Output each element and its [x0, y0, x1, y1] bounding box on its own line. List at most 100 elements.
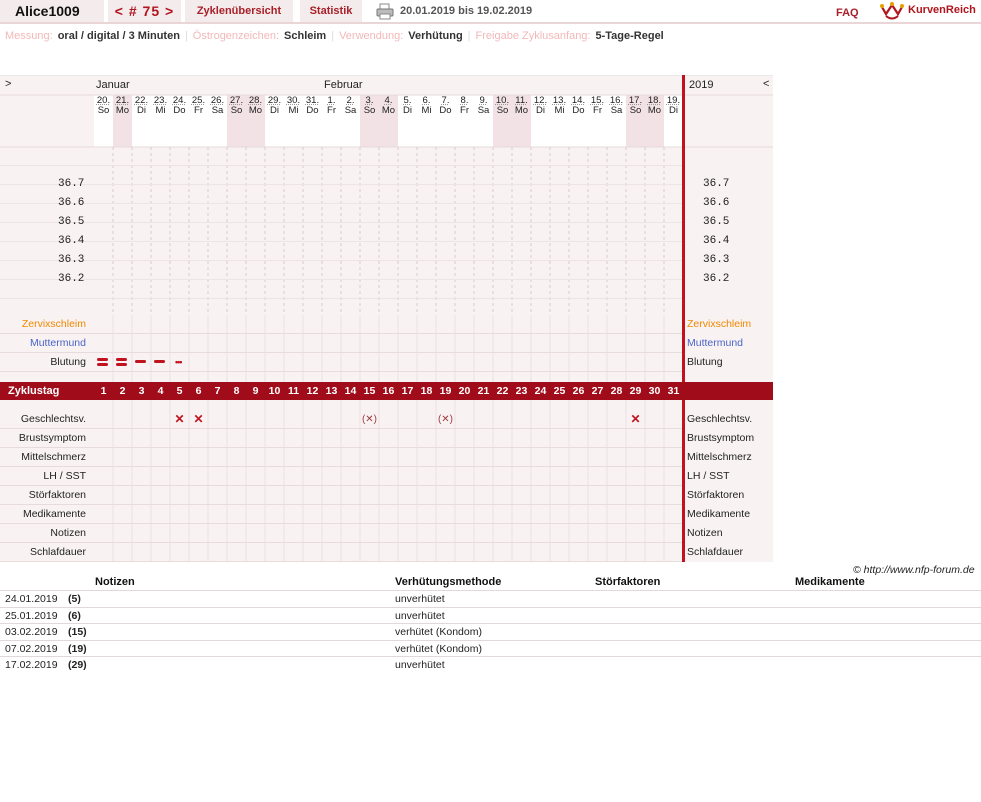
day-header: 23. Mi — [151, 95, 170, 147]
note-cycle-day: (5) — [68, 593, 81, 605]
cycle-day-number: 23 — [515, 385, 528, 397]
note-date[interactable]: 25.01.2019 — [5, 610, 58, 622]
notes-row: 24.01.2019 (5) unverhütet — [0, 590, 981, 607]
day-weekday: So — [230, 105, 243, 116]
row-label-right[interactable]: Blutung — [687, 353, 723, 372]
day-header: 11. Mo — [512, 95, 531, 147]
day-weekday: Sa — [610, 105, 623, 116]
day-header: 5. Di — [398, 95, 417, 147]
row-label-left[interactable]: Blutung — [0, 353, 86, 372]
cycle-day-number: 4 — [157, 385, 164, 397]
tab-cycle-overview[interactable]: Zyklenübersicht — [185, 0, 293, 22]
row-label-right[interactable]: Medikamente — [687, 505, 750, 524]
row-label-left[interactable]: Mittelschmerz — [0, 448, 86, 467]
day-weekday: Sa — [477, 105, 490, 116]
info-separator: | — [184, 30, 188, 42]
note-date[interactable]: 07.02.2019 — [5, 643, 58, 655]
day-header: 14. Do — [569, 95, 588, 147]
observation-row — [0, 505, 682, 524]
note-date[interactable]: 17.02.2019 — [5, 659, 58, 671]
row-label-left[interactable]: Geschlechtsv. — [0, 410, 86, 429]
day-header: 12. Di — [531, 95, 550, 147]
cycle-day-number: 2 — [119, 385, 126, 397]
temp-label-left: 36.4 — [58, 235, 85, 247]
cycle-navigator[interactable]: < # 75 > — [108, 0, 181, 22]
notes-row: 17.02.2019 (29) unverhütet — [0, 656, 981, 673]
day-weekday: Di — [536, 105, 545, 116]
cycle-day-number: 11 — [287, 385, 300, 397]
month-label-1: Januar — [96, 79, 130, 91]
note-date[interactable]: 03.02.2019 — [5, 626, 58, 638]
printer-icon[interactable] — [376, 3, 394, 20]
info-separator: | — [467, 30, 471, 42]
day-header: 22. Di — [132, 95, 151, 147]
copyright: © http://www.nfp-forum.de — [853, 564, 975, 576]
row-label-right[interactable]: Störfaktoren — [687, 486, 744, 505]
cycle-day-number: 6 — [195, 385, 202, 397]
day-header: 28. Mo — [246, 95, 265, 147]
cycle-chart: > Januar Februar 2019 < 20. So 21. Mo 22. Di 2… — [0, 75, 773, 563]
row-label-right[interactable]: Brustsymptom — [687, 429, 754, 448]
day-header: 30. Mi — [284, 95, 303, 147]
row-label-left[interactable]: Muttermund — [0, 334, 86, 353]
faq-link[interactable]: FAQ — [836, 2, 859, 24]
info-value: 5-Tage-Regel — [595, 30, 664, 42]
info-separator: | — [331, 30, 335, 42]
chart-nav-left[interactable]: > — [5, 78, 11, 90]
row-label-left[interactable]: Zervixschleim — [0, 315, 86, 334]
note-cycle-day: (19) — [68, 642, 87, 655]
row-label-right[interactable]: LH / SST — [687, 467, 730, 486]
temp-label-right: 36.7 — [703, 178, 730, 190]
tab-statistics[interactable]: Statistik — [300, 0, 362, 22]
cycle-day-number: 27 — [591, 385, 604, 397]
info-label: Freigabe Zyklusanfang: — [475, 30, 591, 42]
note-date[interactable]: 24.01.2019 — [5, 593, 58, 605]
row-label-left[interactable]: Brustsymptom — [0, 429, 86, 448]
cycle-day-number: 10 — [268, 385, 281, 397]
cycle-day-number: 15 — [363, 385, 376, 397]
note-cycle-day: (15) — [68, 626, 87, 638]
observation-row — [0, 429, 682, 448]
info-label: Östrogenzeichen: — [192, 30, 280, 42]
cycle-day-number: 13 — [325, 385, 338, 397]
row-label-left[interactable]: Notizen — [0, 524, 86, 543]
notes-row: 03.02.2019 (15) verhütet (Kondom) — [0, 623, 981, 640]
note-method: verhütet (Kondom) — [395, 642, 482, 655]
row-label-left[interactable]: Störfaktoren — [0, 486, 86, 505]
protected-intercourse-mark: (✕) — [437, 414, 454, 425]
observation-row — [0, 315, 682, 334]
day-weekday: Fr — [593, 105, 602, 116]
day-weekday: Mo — [514, 105, 529, 116]
row-label-left[interactable]: LH / SST — [0, 467, 86, 486]
day-header: 4. Mo — [379, 95, 398, 147]
note-cycle-day: (29) — [68, 659, 87, 671]
observation-row — [0, 486, 682, 505]
chart-nav-right[interactable]: < — [763, 78, 769, 90]
cycle-day-number: 19 — [439, 385, 452, 397]
row-label-left[interactable]: Medikamente — [0, 505, 86, 524]
cycle-day-label: Zyklustag — [8, 385, 60, 397]
day-weekday: Fr — [460, 105, 469, 116]
row-label-right[interactable]: Notizen — [687, 524, 723, 543]
bleeding-heavy-mark — [97, 363, 108, 366]
day-header: 20. So — [94, 95, 113, 147]
row-label-right[interactable]: Schlafdauer — [687, 543, 743, 562]
row-label-right[interactable]: Mittelschmerz — [687, 448, 752, 467]
info-label: Messung: — [5, 30, 53, 42]
note-cycle-day: (6) — [68, 609, 81, 622]
note-method: unverhütet — [395, 609, 445, 622]
row-label-left[interactable]: Schlafdauer — [0, 543, 86, 562]
kurvenreich-logo-icon[interactable] — [879, 1, 905, 21]
day-header: 17. So — [626, 95, 645, 147]
cycle-day-number: 18 — [420, 385, 433, 397]
temp-label-right: 36.3 — [703, 254, 730, 266]
cycle-day-number: 22 — [496, 385, 509, 397]
day-weekday: Di — [137, 105, 146, 116]
row-label-right[interactable]: Geschlechtsv. — [687, 410, 752, 429]
row-label-right[interactable]: Muttermund — [687, 334, 743, 353]
day-header: 1. Fr — [322, 95, 341, 147]
day-weekday: Do — [306, 105, 319, 116]
logo-text[interactable]: KurvenReich — [908, 4, 976, 16]
row-label-right[interactable]: Zervixschleim — [687, 315, 751, 334]
user-name[interactable]: Alice1009 — [0, 0, 104, 22]
